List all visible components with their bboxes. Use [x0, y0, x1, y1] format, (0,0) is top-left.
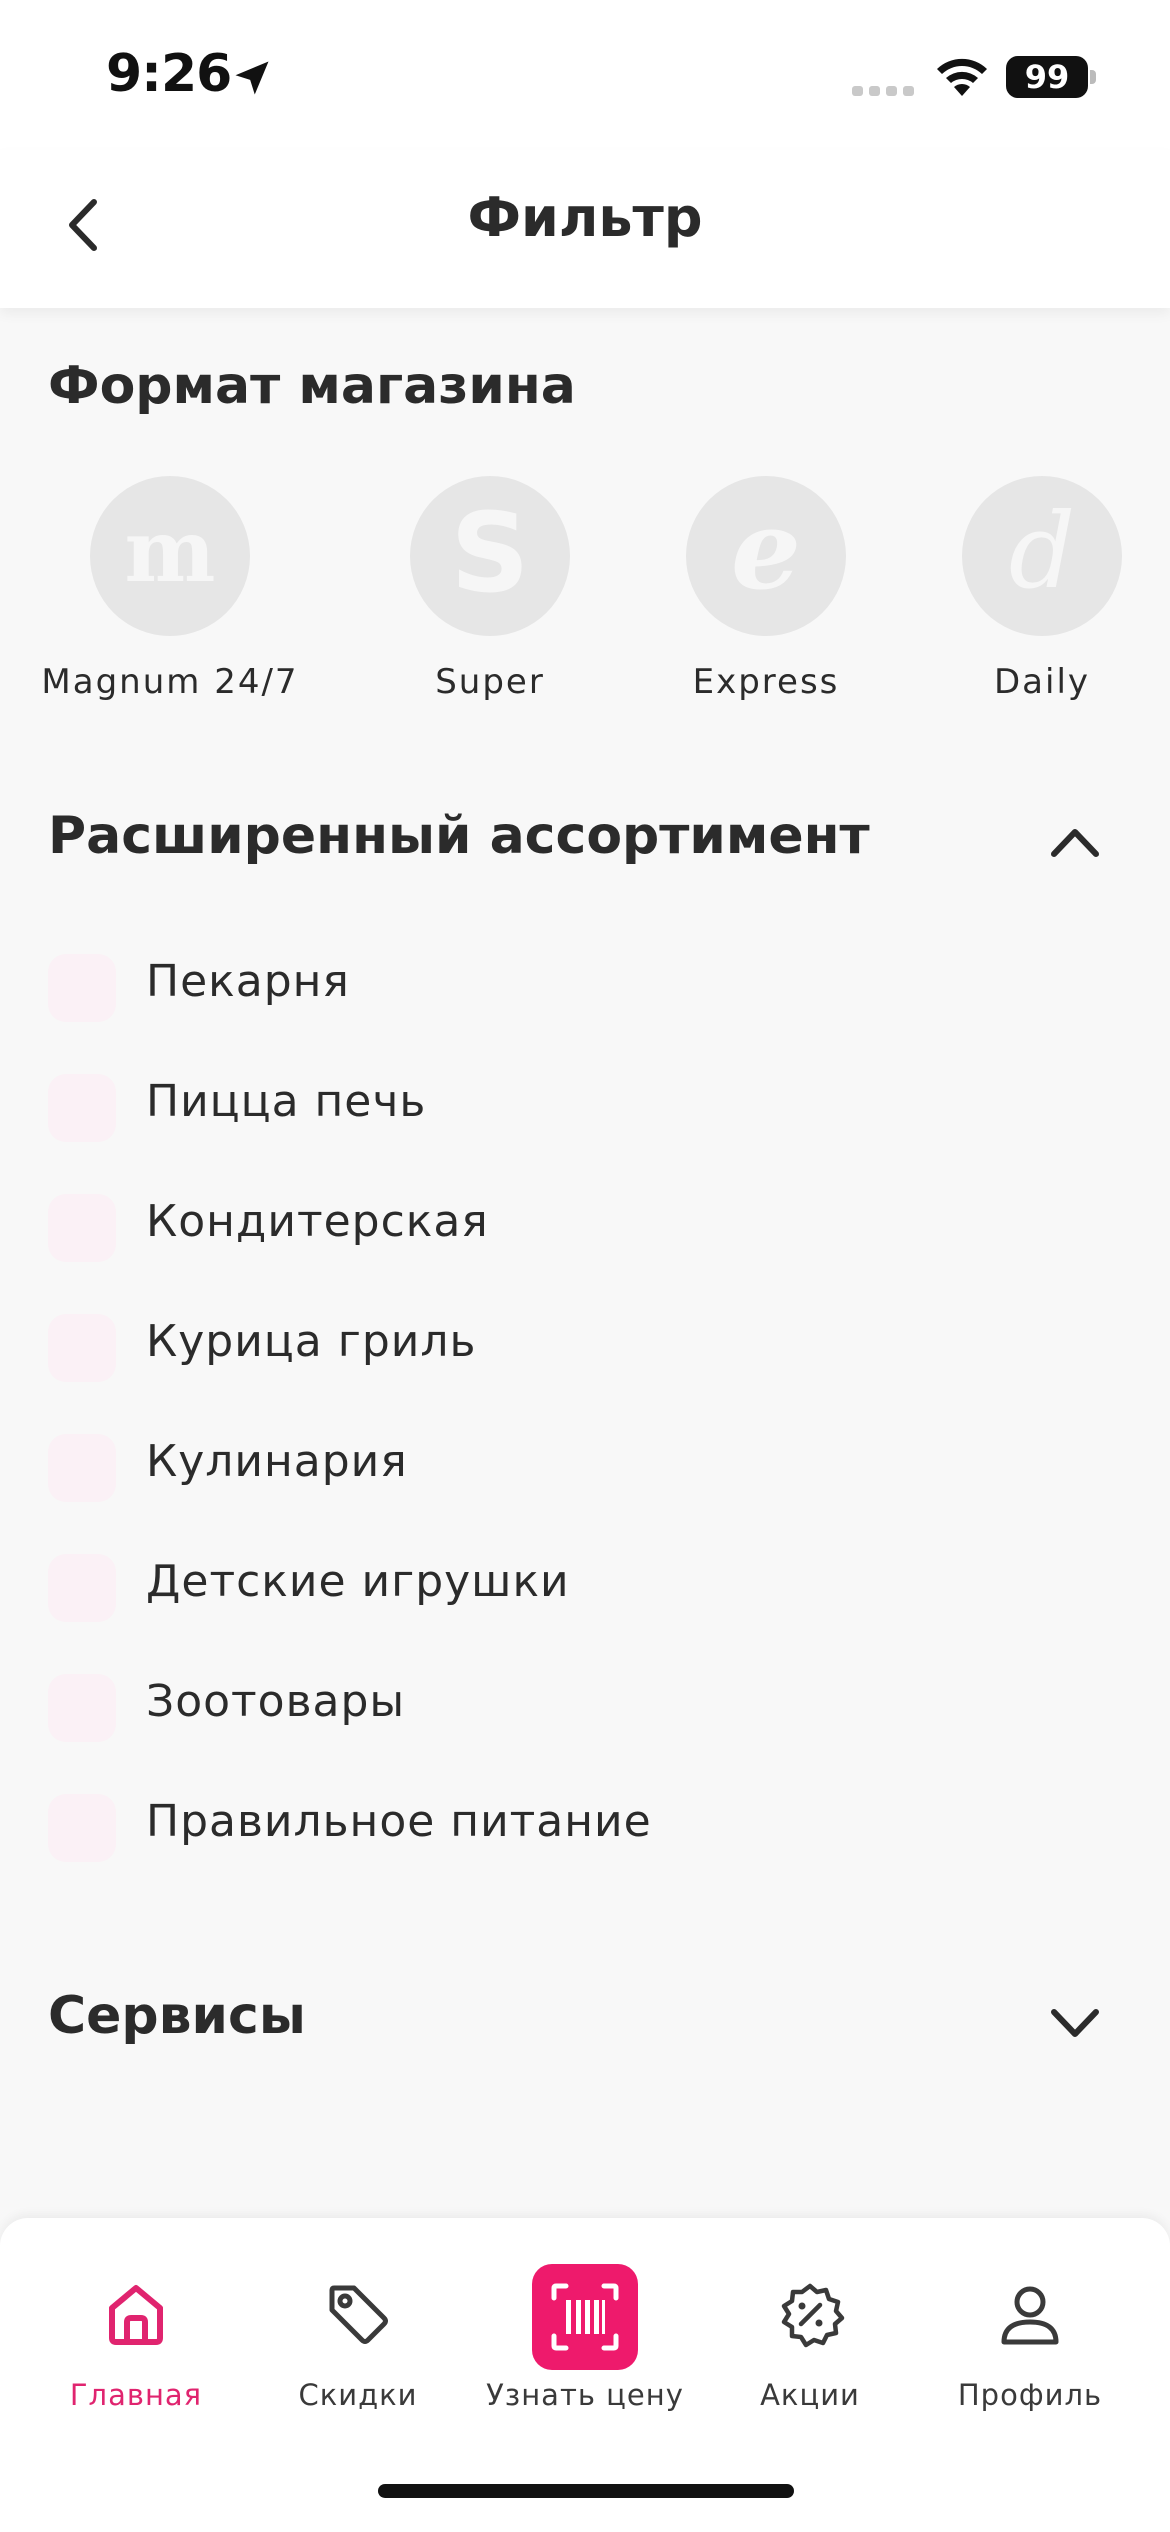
page-title: Фильтр — [467, 186, 703, 249]
format-express[interactable]: e Express — [636, 476, 896, 716]
tag-icon — [329, 2285, 388, 2344]
checkbox[interactable] — [48, 954, 116, 1022]
battery-tip — [1090, 70, 1096, 84]
format-label: Express — [692, 662, 840, 702]
format-label: Daily — [993, 662, 1091, 702]
tab-label: Главная — [69, 2378, 203, 2412]
format-label: Magnum 24/7 — [41, 662, 299, 702]
assortment-title: Расширенный ассортимент — [48, 806, 870, 866]
option-label: Пицца печь — [146, 1076, 427, 1127]
location-arrow-icon — [235, 61, 269, 95]
assortment-option-kids-toys[interactable]: Детские игрушки — [48, 1540, 1098, 1630]
battery-indicator: 99 — [1006, 56, 1088, 98]
option-label: Курица гриль — [146, 1316, 477, 1367]
format-daily[interactable]: d Daily — [912, 476, 1170, 716]
assortment-option-pizza-oven[interactable]: Пицца печь — [48, 1060, 1098, 1150]
option-label: Кулинария — [146, 1436, 408, 1487]
option-label: Кондитерская — [146, 1196, 489, 1247]
assortment-option-culinary[interactable]: Кулинария — [48, 1420, 1098, 1510]
cellular-signal-icon — [852, 86, 914, 96]
super-logo-icon: S — [410, 476, 570, 636]
tab-home[interactable]: Главная — [26, 2258, 246, 2418]
nav-bar: Фильтр — [0, 150, 1170, 308]
checkbox[interactable] — [48, 1674, 116, 1742]
tab-check-price[interactable]: Узнать цену — [475, 2258, 695, 2418]
checkbox[interactable] — [48, 1314, 116, 1382]
chevron-down-icon[interactable] — [1040, 1988, 1110, 2058]
tab-label: Профиль — [957, 2378, 1103, 2412]
chevron-up-icon[interactable] — [1040, 808, 1110, 878]
magnum-logo-icon: m — [90, 476, 250, 636]
option-label: Правильное питание — [146, 1796, 652, 1847]
assortment-option-bakery[interactable]: Пекарня — [48, 940, 1098, 1030]
checkbox[interactable] — [48, 1194, 116, 1262]
assortment-option-confectionery[interactable]: Кондитерская — [48, 1180, 1098, 1270]
checkbox[interactable] — [48, 1554, 116, 1622]
option-label: Зоотовары — [146, 1676, 406, 1727]
format-magnum[interactable]: m Magnum 24/7 — [40, 476, 300, 716]
assortment-option-pet-supplies[interactable]: Зоотовары — [48, 1660, 1098, 1750]
daily-logo-icon: d — [962, 476, 1122, 636]
tab-promotions[interactable]: Акции — [700, 2258, 920, 2418]
checkbox[interactable] — [48, 1074, 116, 1142]
status-bar: 9:26 99 — [0, 0, 1170, 150]
option-label: Пекарня — [146, 956, 350, 1007]
checkbox[interactable] — [48, 1794, 116, 1862]
wifi-icon — [937, 58, 987, 96]
option-label: Детские игрушки — [146, 1556, 570, 1607]
tab-discounts[interactable]: Скидки — [248, 2258, 468, 2418]
home-indicator — [378, 2484, 794, 2498]
tab-label: Скидки — [298, 2378, 418, 2412]
barcode-scan-icon — [532, 2264, 638, 2370]
tab-profile[interactable]: Профиль — [920, 2258, 1140, 2418]
status-time: 9:26 — [106, 44, 232, 104]
user-icon — [1001, 2286, 1059, 2345]
checkbox[interactable] — [48, 1434, 116, 1502]
assortment-option-grill-chicken[interactable]: Курица гриль — [48, 1300, 1098, 1390]
express-logo-icon: e — [686, 476, 846, 636]
home-icon — [109, 2285, 163, 2345]
services-title: Сервисы — [48, 1986, 306, 2046]
assortment-option-healthy-food[interactable]: Правильное питание — [48, 1780, 1098, 1870]
format-super[interactable]: S Super — [360, 476, 620, 716]
store-format-title: Формат магазина — [48, 356, 576, 416]
tab-label: Узнать цену — [486, 2378, 684, 2412]
format-label: Super — [435, 662, 545, 702]
percent-badge-icon — [781, 2283, 845, 2348]
tab-label: Акции — [760, 2378, 860, 2412]
